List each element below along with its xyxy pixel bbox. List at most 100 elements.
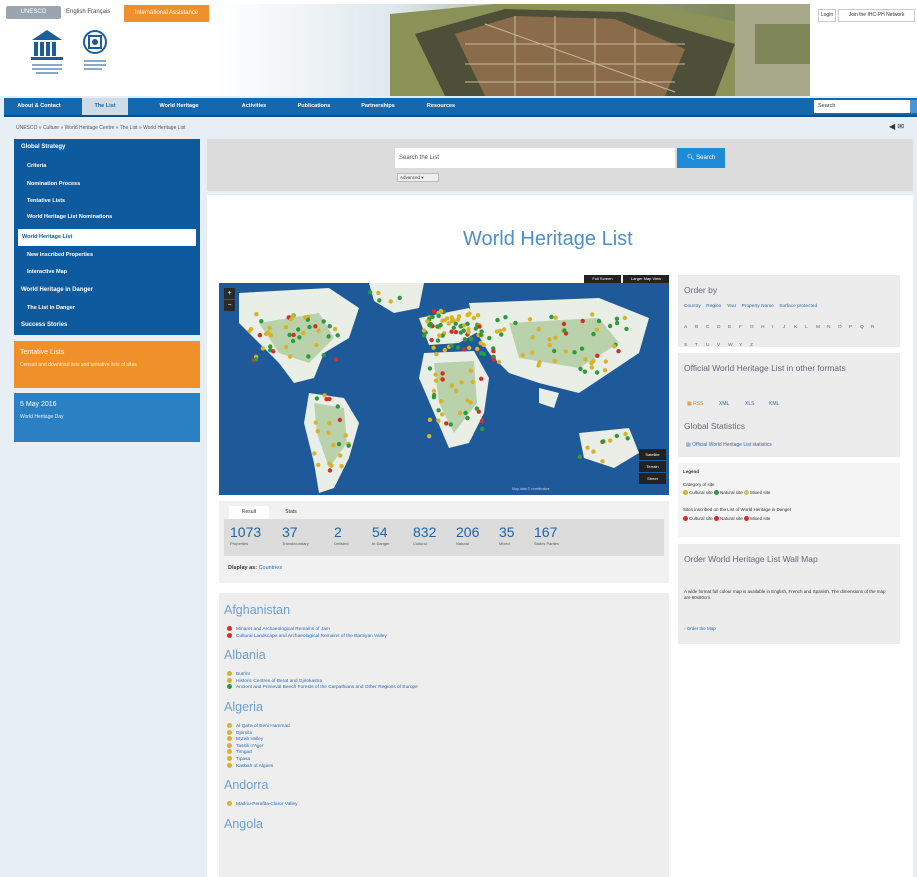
site-marker[interactable] [591, 358, 596, 363]
site-marker[interactable] [625, 436, 630, 441]
stat-properties[interactable]: 1073 Properties [230, 524, 261, 546]
site-marker[interactable] [335, 333, 340, 338]
site-marker[interactable] [440, 371, 445, 376]
site-marker[interactable] [496, 359, 502, 365]
letter-link[interactable]: P [849, 325, 860, 330]
letter-link[interactable]: A [684, 325, 695, 330]
country-heading[interactable]: Albania [224, 648, 266, 662]
site-marker[interactable] [582, 369, 588, 374]
letter-link[interactable]: L [805, 325, 816, 330]
site-marker[interactable] [454, 388, 459, 393]
site-marker[interactable] [614, 433, 619, 439]
site-marker[interactable] [334, 357, 339, 362]
world-map[interactable] [219, 283, 669, 495]
site-marker[interactable] [431, 345, 436, 350]
site-marker[interactable] [614, 316, 620, 321]
site-marker[interactable] [499, 332, 504, 337]
site-marker[interactable] [537, 360, 542, 365]
tab-stats[interactable]: Stats [271, 506, 311, 519]
letter-link[interactable]: J [783, 325, 794, 330]
unesco-pill[interactable]: UNESCO [6, 6, 61, 19]
site-marker[interactable] [315, 429, 320, 434]
site-marker[interactable] [283, 344, 289, 350]
site-marker[interactable] [307, 324, 312, 330]
letter-link[interactable]: V [717, 343, 728, 348]
site-marker[interactable] [487, 335, 492, 341]
site-marker[interactable] [467, 345, 472, 351]
list-search-input[interactable]: Search the List [395, 148, 675, 168]
nav-activities[interactable]: Activities [228, 98, 280, 115]
site-list-item[interactable]: Al Qal'a of Beni Hammad [227, 723, 290, 729]
site-marker[interactable] [421, 328, 427, 333]
site-marker[interactable] [579, 346, 585, 351]
site-list-item[interactable]: Tipasa [227, 756, 250, 762]
site-marker[interactable] [495, 317, 500, 323]
nav-search-input[interactable]: Search [814, 100, 910, 113]
site-marker[interactable] [561, 321, 567, 327]
format-xls[interactable]: XLS [745, 401, 754, 407]
map-street-button[interactable]: Street [639, 473, 666, 484]
breadcrumb[interactable]: UNESCO » Culture » World Heritage Centre… [16, 125, 186, 131]
stat-cultural[interactable]: 832 Cultural [413, 524, 436, 546]
sort-year[interactable]: Year [727, 304, 737, 309]
letter-link[interactable]: T [695, 343, 706, 348]
site-marker[interactable] [429, 337, 434, 343]
site-marker[interactable] [552, 348, 557, 354]
site-marker[interactable] [316, 328, 321, 333]
site-marker[interactable] [448, 422, 453, 427]
site-marker[interactable] [562, 328, 567, 333]
site-marker[interactable] [440, 318, 445, 323]
site-marker[interactable] [449, 383, 454, 388]
site-marker[interactable] [590, 312, 595, 317]
format-rss[interactable]: ▦ RSS [687, 401, 703, 407]
sidebar-item-global-strategy[interactable]: Global Strategy [14, 144, 200, 150]
site-marker[interactable] [327, 421, 332, 426]
site-marker[interactable] [591, 449, 596, 454]
site-marker[interactable] [530, 335, 535, 340]
site-marker[interactable] [343, 433, 348, 438]
site-marker[interactable] [547, 337, 552, 342]
site-marker[interactable] [430, 314, 435, 320]
site-marker[interactable] [603, 359, 608, 364]
site-list-item[interactable]: Butrint [227, 671, 250, 677]
letter-link[interactable]: G [750, 325, 761, 330]
site-marker[interactable] [283, 325, 289, 330]
order-map-link[interactable]: › Order the Map [684, 626, 716, 631]
site-marker[interactable] [422, 333, 427, 338]
site-marker[interactable] [377, 298, 382, 303]
site-marker[interactable] [257, 333, 263, 338]
site-list-item[interactable]: Timgad [227, 749, 252, 755]
global-statistics-link[interactable]: ▤ Official World Heritage List statistic… [686, 442, 772, 448]
world-heritage-emblem[interactable] [80, 28, 110, 80]
site-list-item[interactable]: Minaret and Archaeological Remains of Ja… [227, 626, 330, 632]
site-marker[interactable] [616, 349, 621, 354]
site-marker[interactable] [465, 398, 470, 403]
site-marker[interactable] [313, 324, 318, 329]
sort-surface[interactable]: Surface protected [779, 304, 817, 309]
display-value-link[interactable]: Countries [259, 565, 283, 571]
site-marker[interactable] [481, 342, 486, 348]
letter-link[interactable]: R [871, 325, 882, 330]
site-marker[interactable] [437, 333, 442, 338]
site-marker[interactable] [594, 370, 600, 375]
site-marker[interactable] [444, 421, 449, 426]
site-marker[interactable] [553, 315, 558, 320]
site-marker[interactable] [436, 408, 441, 413]
nav-search-button[interactable] [910, 100, 917, 113]
sidebar-item-tentative-lists[interactable]: Tentative Lists [14, 198, 200, 204]
sidebar-item-list-in-danger[interactable]: The List in Danger [14, 305, 200, 311]
site-marker[interactable] [327, 461, 332, 466]
site-marker[interactable] [530, 350, 535, 355]
sidebar-item-success-stories[interactable]: Success Stories [14, 322, 200, 328]
site-marker[interactable] [440, 412, 445, 417]
nav-resources[interactable]: Resources [412, 98, 470, 115]
site-marker[interactable] [427, 434, 432, 439]
site-marker[interactable] [591, 331, 596, 337]
site-marker[interactable] [479, 418, 485, 424]
site-marker[interactable] [313, 420, 318, 425]
site-marker[interactable] [337, 417, 343, 423]
site-marker[interactable] [260, 346, 266, 351]
site-marker[interactable] [479, 351, 484, 356]
site-marker[interactable] [271, 349, 276, 354]
nav-publications[interactable]: Publications [284, 98, 344, 115]
